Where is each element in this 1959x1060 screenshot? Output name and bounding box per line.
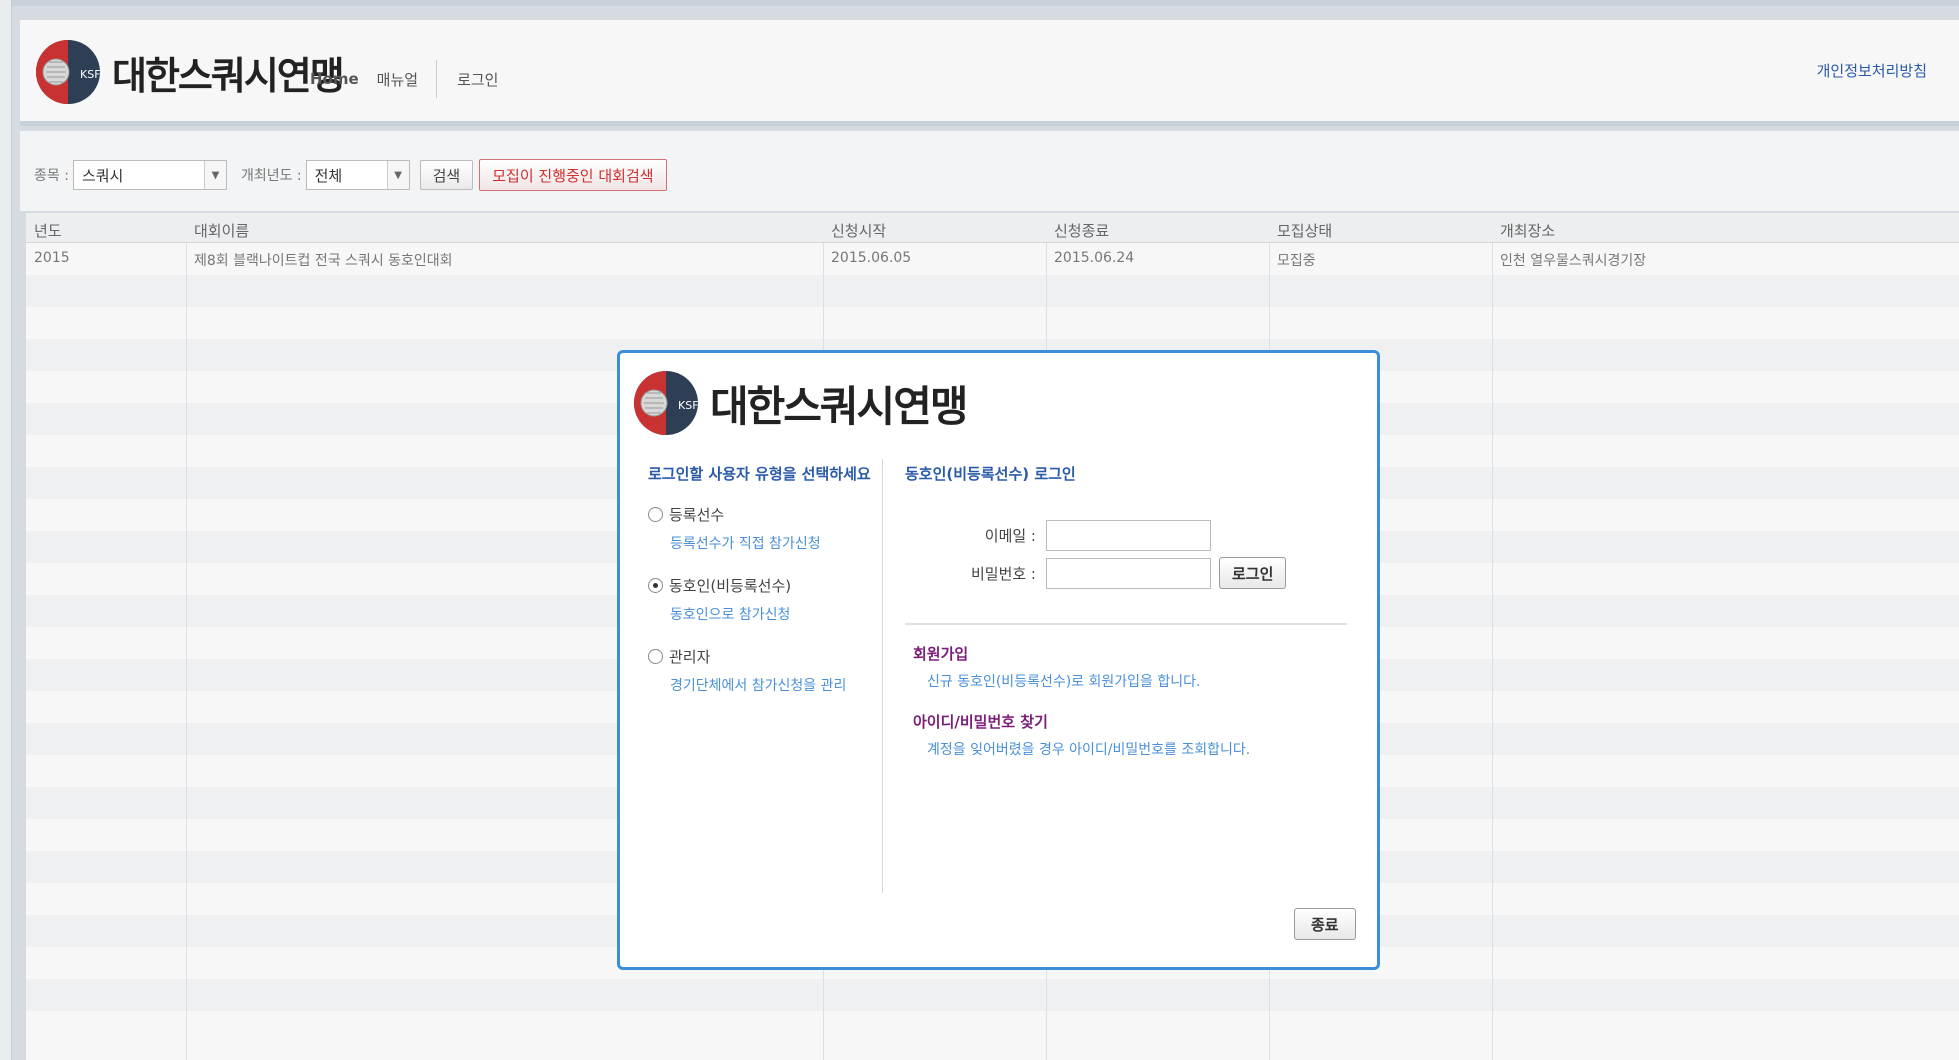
top-edge [0, 0, 1959, 6]
svg-text:KSF: KSF [80, 68, 101, 81]
option-amateur[interactable]: 동호인(비등록선수) [648, 575, 878, 596]
user-type-title: 로그인할 사용자 유형을 선택하세요 [648, 465, 871, 483]
year-select[interactable]: 전체 ▼ [305, 160, 410, 190]
dialog-logo: KSF 대한스쿼시연맹 [632, 369, 968, 437]
sport-select-value: 스쿼시 [81, 166, 124, 185]
user-type-pane: 로그인할 사용자 유형을 선택하세요 등록선수 등록선수가 직접 참가신청 동호… [648, 463, 878, 695]
dialog-logo-title: 대한스쿼시연맹 [710, 381, 968, 431]
radio-amateur[interactable] [648, 578, 663, 593]
login-pane: 동호인(비등록선수) 로그인 [905, 463, 1355, 484]
find-account-desc: 계정을 잊어버렸을 경우 아이디/비밀번호를 조회합니다. [927, 742, 1251, 758]
dropdown-arrow-icon: ▼ [203, 161, 226, 189]
column-divider [1492, 213, 1493, 1060]
ksf-logo-icon: KSF [634, 371, 699, 435]
table-row[interactable]: 2015 제8회 블랙나이트컵 전국 스쿼시 동호인대회 2015.06.05 … [26, 243, 1959, 275]
sport-select[interactable]: 스쿼시 ▼ [72, 160, 227, 190]
email-row: 이메일 : [966, 520, 1211, 551]
logo-title: 대한스쿼시연맹 [112, 53, 345, 98]
email-label: 이메일 : [984, 527, 1036, 545]
option-registered-player[interactable]: 등록선수 [648, 504, 878, 525]
option-desc: 등록선수가 직접 참가신청 [670, 536, 821, 552]
option-desc: 동호인으로 참가신청 [670, 607, 791, 623]
column-header-apply-end[interactable]: 신청종료 [1054, 220, 1109, 241]
main-nav: Home 매뉴얼 로그인 [310, 60, 498, 98]
password-row: 비밀번호 : 로그인 [966, 557, 1287, 589]
password-field[interactable] [1046, 557, 1211, 589]
option-admin[interactable]: 관리자 [648, 646, 878, 667]
option-desc: 경기단체에서 참가신청을 관리 [670, 678, 847, 694]
recruiting-search-button[interactable]: 모집이 진행중인 대회검색 [479, 159, 667, 191]
site-header: KSF 대한스쿼시연맹 Home 매뉴얼 로그인 개인정보처리방침 [20, 20, 1959, 126]
table-row [26, 275, 1959, 307]
column-divider [186, 213, 187, 1060]
radio-registered-player[interactable] [648, 507, 663, 522]
cell-venue: 인천 열우물스쿼시경기장 [1500, 253, 1647, 269]
radio-admin[interactable] [648, 649, 663, 664]
nav-manual-link[interactable]: 매뉴얼 [377, 69, 418, 90]
cell-name[interactable]: 제8회 블랙나이트컵 전국 스쿼시 동호인대회 [194, 250, 453, 270]
column-header-status[interactable]: 모집상태 [1277, 220, 1332, 241]
close-button[interactable]: 종료 [1294, 908, 1356, 940]
dialog-divider [882, 459, 883, 893]
login-button[interactable]: 로그인 [1219, 557, 1287, 589]
year-select-value: 전체 [314, 166, 343, 185]
password-label: 비밀번호 : [970, 564, 1036, 583]
nav-login-link[interactable]: 로그인 [457, 69, 498, 90]
login-pane-title: 동호인(비등록선수) 로그인 [905, 465, 1076, 483]
table-row [26, 979, 1959, 1011]
column-header-year[interactable]: 년도 [34, 220, 62, 241]
column-header-apply-start[interactable]: 신청시작 [831, 220, 886, 241]
cell-apply-end: 2015.06.24 [1054, 250, 1135, 266]
privacy-policy-link[interactable]: 개인정보처리방침 [1817, 60, 1927, 81]
nav-home-link[interactable]: Home [310, 70, 359, 88]
dropdown-arrow-icon: ▼ [386, 161, 409, 189]
table-header: 년도 대회이름 신청시작 신청종료 모집상태 개최장소 [26, 213, 1959, 243]
ksf-logo-icon: KSF [36, 40, 101, 104]
dialog-hdivider [905, 623, 1347, 625]
signup-desc: 신규 동호인(비등록선수)로 회원가입을 합니다. [927, 674, 1201, 690]
email-field[interactable] [1046, 520, 1211, 551]
cell-year: 2015 [34, 250, 70, 266]
column-header-venue[interactable]: 개최장소 [1500, 220, 1555, 241]
nav-divider [436, 60, 438, 98]
search-button[interactable]: 검색 [419, 160, 474, 190]
option-label[interactable]: 등록선수 [669, 504, 724, 525]
login-dialog: KSF 대한스쿼시연맹 로그인할 사용자 유형을 선택하세요 등록선수 등록선수… [617, 350, 1380, 970]
signup-link[interactable]: 회원가입 [913, 643, 968, 664]
option-label[interactable]: 동호인(비등록선수) [669, 575, 791, 596]
option-label[interactable]: 관리자 [669, 646, 710, 667]
cell-status: 모집중 [1277, 253, 1316, 269]
year-label: 개최년도 : [240, 168, 302, 184]
left-frame [0, 0, 12, 1060]
filter-bar: 종목 : 스쿼시 ▼ 개최년도 : 전체 ▼ 검색 모집이 진행중인 대회검색 [20, 131, 1959, 211]
cell-apply-start: 2015.06.05 [831, 250, 912, 266]
sport-label: 종목 : [34, 168, 69, 184]
svg-text:KSF: KSF [678, 399, 699, 412]
find-account-link[interactable]: 아이디/비밀번호 찾기 [913, 711, 1048, 732]
site-logo[interactable]: KSF 대한스쿼시연맹 [34, 38, 345, 106]
column-header-name[interactable]: 대회이름 [194, 220, 249, 241]
